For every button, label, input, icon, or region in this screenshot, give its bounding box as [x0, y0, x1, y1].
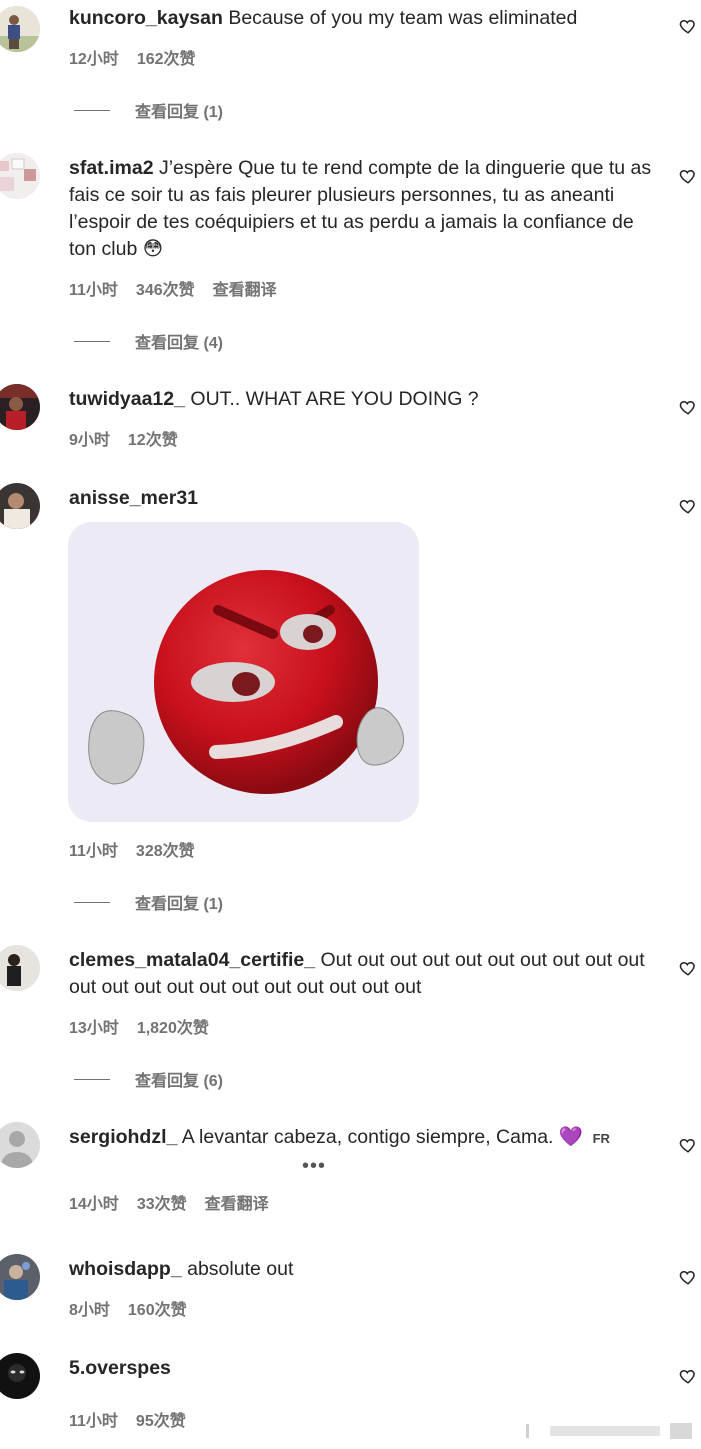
- comment-body: OUT.. WHAT ARE YOU DOING ?: [190, 388, 479, 410]
- divider: [74, 901, 110, 903]
- username[interactable]: tuwidyaa12_: [69, 388, 185, 410]
- avatar[interactable]: [0, 153, 40, 199]
- avatar[interactable]: [0, 1254, 40, 1300]
- heart-icon[interactable]: [679, 17, 697, 35]
- comment-text: 5.overspes: [69, 1355, 659, 1382]
- username[interactable]: kuncoro_kaysan: [69, 7, 223, 29]
- timestamp: 14小时: [69, 1196, 119, 1213]
- like-count[interactable]: 328次赞: [136, 837, 195, 861]
- avatar[interactable]: [0, 1353, 40, 1399]
- like-count[interactable]: 1,820次赞: [137, 1014, 209, 1038]
- comment-body: Because of you my team was eliminated: [228, 7, 578, 29]
- comment-text: kuncoro_kaysan Because of you my team wa…: [69, 5, 659, 32]
- more-options-icon[interactable]: •••: [302, 1155, 326, 1178]
- view-replies-button[interactable]: 查看回复 (6): [74, 1067, 223, 1091]
- username[interactable]: clemes_matala04_certifie_: [69, 949, 315, 971]
- sticker-image[interactable]: [68, 522, 419, 822]
- view-replies-label: 查看回复 (4): [135, 335, 224, 352]
- like-count[interactable]: 160次赞: [128, 1296, 187, 1320]
- timestamp: 8小时: [69, 1302, 110, 1319]
- timestamp: 12小时: [69, 51, 119, 68]
- like-count[interactable]: 95次赞: [136, 1407, 186, 1431]
- username[interactable]: anisse_mer31: [69, 487, 198, 509]
- language-badge: FR: [592, 1131, 610, 1146]
- translate-button[interactable]: 查看翻译: [205, 1190, 269, 1214]
- view-replies-label: 查看回复 (6): [135, 1073, 224, 1090]
- avatar[interactable]: [0, 6, 40, 52]
- comment-meta: 11小时 328次赞: [69, 837, 195, 861]
- angry-emoji-sticker: [68, 522, 419, 822]
- timestamp: 13小时: [69, 1020, 119, 1037]
- divider: [74, 1078, 110, 1080]
- comment-body: A levantar cabeza, contigo siempre, Cama…: [181, 1126, 584, 1148]
- avatar[interactable]: [0, 945, 40, 991]
- comment-meta: 11小时 346次赞 查看翻译: [69, 276, 277, 300]
- comment-meta: 11小时 95次赞: [69, 1407, 186, 1431]
- timestamp: 9小时: [69, 432, 110, 449]
- view-replies-label: 查看回复 (1): [135, 104, 224, 121]
- heart-icon[interactable]: [679, 1268, 697, 1286]
- avatar[interactable]: [0, 384, 40, 430]
- like-count[interactable]: 346次赞: [136, 276, 195, 300]
- like-count[interactable]: 162次赞: [137, 45, 196, 69]
- heart-icon[interactable]: [679, 497, 697, 515]
- default-avatar-icon: [0, 1122, 40, 1168]
- timestamp: 11小时: [69, 282, 118, 299]
- view-replies-button[interactable]: 查看回复 (4): [74, 329, 223, 353]
- comment-meta: 8小时 160次赞: [69, 1296, 187, 1320]
- username[interactable]: sfat.ima2: [69, 157, 154, 179]
- heart-icon[interactable]: [679, 167, 697, 185]
- heart-icon[interactable]: [679, 398, 697, 416]
- username[interactable]: whoisdapp_: [69, 1258, 182, 1280]
- heart-icon[interactable]: [679, 1136, 697, 1154]
- comment-text: sfat.ima2 J’espère Que tu te rend compte…: [69, 155, 659, 263]
- avatar[interactable]: [0, 483, 40, 529]
- comment-body: J’espère Que tu te rend compte de la din…: [69, 157, 652, 260]
- comment-meta: 9小时 12次赞: [69, 426, 178, 450]
- timestamp: 11小时: [69, 1413, 118, 1430]
- comment-text: anisse_mer31: [69, 485, 659, 512]
- username[interactable]: 5.overspes: [69, 1357, 171, 1379]
- divider: [74, 340, 110, 342]
- view-replies-label: 查看回复 (1): [135, 896, 224, 913]
- comment-meta: 12小时 162次赞: [69, 45, 196, 69]
- heart-icon[interactable]: [679, 959, 697, 977]
- comment-text: sergiohdzl_ A levantar cabeza, contigo s…: [69, 1124, 659, 1152]
- scroll-indicator: [526, 1423, 692, 1439]
- comment-meta: 14小时 33次赞 查看翻译: [69, 1190, 269, 1214]
- like-count[interactable]: 33次赞: [137, 1190, 187, 1214]
- divider: [74, 109, 110, 111]
- comment-meta: 13小时 1,820次赞: [69, 1014, 209, 1038]
- heart-icon[interactable]: [679, 1367, 697, 1385]
- comment-body: absolute out: [187, 1258, 294, 1280]
- translate-button[interactable]: 查看翻译: [213, 276, 277, 300]
- comment-text: tuwidyaa12_ OUT.. WHAT ARE YOU DOING ?: [69, 386, 659, 413]
- comment-text: clemes_matala04_certifie_ Out out out ou…: [69, 947, 659, 1001]
- timestamp: 11小时: [69, 843, 118, 860]
- like-count[interactable]: 12次赞: [128, 426, 178, 450]
- view-replies-button[interactable]: 查看回复 (1): [74, 890, 223, 914]
- view-replies-button[interactable]: 查看回复 (1): [74, 98, 223, 122]
- avatar[interactable]: [0, 1122, 40, 1168]
- comment-text: whoisdapp_ absolute out: [69, 1256, 659, 1283]
- username[interactable]: sergiohdzl_: [69, 1126, 177, 1148]
